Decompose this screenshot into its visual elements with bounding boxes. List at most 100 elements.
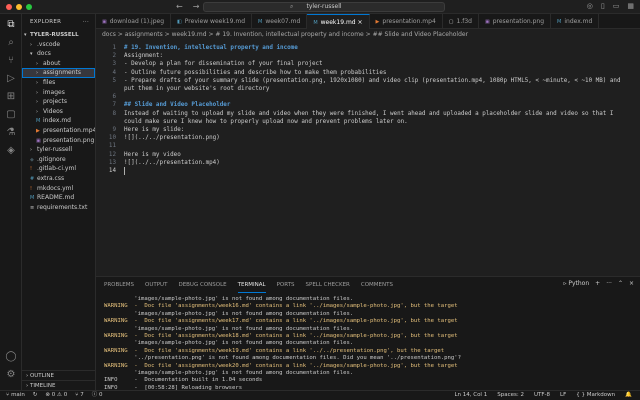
customize-layout-icon[interactable]: ▦ (627, 2, 634, 10)
tree-item[interactable]: › tyler-russell (22, 145, 95, 155)
notifications-bell-icon[interactable]: 🔔 (625, 391, 632, 400)
code-line[interactable]: 5 - Prepare drafts of your summary slide … (96, 77, 640, 85)
settings-gear-icon[interactable]: ⚙ (4, 368, 18, 382)
breadcrumb[interactable]: docs > assignments > week19.md > # 19. I… (96, 29, 640, 40)
add-terminal-icon[interactable]: + (595, 280, 600, 287)
code-line[interactable]: 9 Here is my slide: (96, 126, 640, 134)
search-view-icon[interactable]: ⌕ (4, 36, 18, 50)
editor-tab[interactable]: Mindex.md (551, 14, 600, 29)
more-actions-icon[interactable]: ··· (83, 14, 89, 30)
tree-item[interactable]: › images (22, 88, 95, 98)
tree-item[interactable]: Mindex.md (22, 116, 95, 126)
zoom-window-button[interactable] (26, 3, 32, 10)
sync-icon[interactable]: ↻ (33, 391, 38, 400)
minimize-window-button[interactable] (16, 3, 22, 10)
cursor-position[interactable]: Ln 14, Col 1 (454, 391, 487, 400)
editor-tab[interactable]: ▣ presentation.png (479, 14, 552, 29)
timeline-section[interactable]: › TIMELINE (22, 380, 96, 390)
account-icon[interactable]: ◯ (4, 350, 18, 364)
close-panel-icon[interactable]: × (629, 280, 634, 287)
yaml-icon: ! (30, 185, 33, 192)
code-line[interactable]: 3 - Develop a plan for dissemination of y… (96, 60, 640, 68)
maximize-panel-icon[interactable]: ⌃ (618, 280, 623, 287)
toggle-panel-icon[interactable]: ▭ (613, 2, 620, 10)
tree-item[interactable]: › Videos (22, 107, 95, 117)
testing-icon[interactable]: ⚗ (4, 126, 18, 140)
code-line[interactable]: 13 ![](../../presentation.mp4) (96, 159, 640, 167)
panel-tab[interactable]: DEBUG CONSOLE (178, 277, 226, 293)
editor-tab[interactable]: ◧ Preview week19.md (171, 14, 253, 29)
code-line[interactable]: could make sure I knew how to properly u… (96, 118, 640, 126)
code-line[interactable]: 1 # 19. Invention, intellectual property … (96, 44, 640, 52)
code-line[interactable]: 11 (96, 142, 640, 150)
forward-arrow-icon[interactable]: → (193, 2, 200, 11)
panel-tab[interactable]: COMMENTS (361, 277, 393, 293)
extensions-icon[interactable]: ⊞ (4, 90, 18, 104)
indentation[interactable]: Spaces: 2 (497, 391, 524, 400)
code-line[interactable]: 2 Assignment: (96, 52, 640, 60)
panel-tab[interactable]: PROBLEMS (104, 277, 134, 293)
branch-status[interactable]: ⑂ main (6, 391, 25, 400)
explorer-sidebar: EXPLORER ··· ▾ TYLER-RUSSELL › .vscode ▾ doc… (22, 14, 96, 390)
tree-item-label: .vscode (37, 40, 61, 48)
tree-item[interactable]: › assignments (22, 68, 95, 78)
editor-tab[interactable]: ▢ 1.f3d (443, 14, 479, 29)
tree-item[interactable]: ◆ .gitignore (22, 155, 95, 165)
code-line[interactable]: 12 Here is my video (96, 151, 640, 159)
code-line[interactable]: put them in your website's root director… (96, 85, 640, 93)
code-line[interactable]: 8 Instead of waiting to upload my slide a… (96, 110, 640, 118)
language-mode[interactable]: { } Markdown (576, 391, 615, 400)
tree-item[interactable]: ! mkdocs.yml (22, 184, 95, 194)
tree-item[interactable]: › files (22, 78, 95, 88)
ports-status[interactable]: ⑂ 7 (75, 391, 84, 400)
toggle-sidebar-icon[interactable]: ▯ (601, 2, 605, 10)
editor-tab[interactable]: ▣ download (1).jpeg (96, 14, 172, 29)
info-status[interactable]: ⓘ 0 (92, 391, 103, 400)
copilot-icon[interactable]: ◎ (587, 2, 593, 10)
panel-tab[interactable]: PORTS (277, 277, 295, 293)
back-arrow-icon[interactable]: ← (176, 2, 183, 11)
tree-item[interactable]: › .vscode (22, 40, 95, 50)
terminal-output[interactable]: 'images/sample-photo.jpg' is not found a… (96, 293, 640, 399)
code-editor[interactable]: 1 # 19. Invention, intellectual property … (96, 40, 640, 276)
tree-item[interactable]: › about (22, 59, 95, 69)
editor-tab[interactable]: Mweek07.md (252, 14, 308, 29)
close-window-button[interactable] (6, 3, 12, 10)
code-text: Here is my slide: (124, 127, 185, 133)
encoding[interactable]: UTF-8 (534, 391, 550, 400)
workspace-root[interactable]: ▾ TYLER-RUSSELL (22, 30, 95, 40)
explorer-icon[interactable]: ⧉ (4, 18, 18, 32)
panel-tab[interactable]: SPELL CHECKER (306, 277, 350, 293)
tree-item[interactable]: # extra.css (22, 174, 95, 184)
tree-item[interactable]: ▣ presentation.png (22, 136, 95, 146)
close-tab-icon[interactable]: × (356, 19, 363, 26)
panel-tab[interactable]: TERMINAL (237, 277, 266, 293)
end-of-line[interactable]: LF (560, 391, 566, 400)
problems-status[interactable]: ⊗ 0 ⚠ 0 (45, 391, 67, 400)
code-text: - Outline future possibilities and descr… (124, 69, 387, 76)
source-control-icon[interactable]: ⑂ (4, 54, 18, 68)
tree-item[interactable]: ≡ requirements.txt (22, 203, 95, 213)
code-line[interactable]: 6 (96, 93, 640, 101)
terminal-shell-icon[interactable]: ▹ Python (563, 280, 589, 287)
python-icon[interactable]: ◈ (4, 144, 18, 158)
editor-tab[interactable]: ▶ presentation.mp4 (370, 14, 443, 29)
tree-item[interactable]: › projects (22, 97, 95, 107)
code-line[interactable]: 14 (96, 167, 640, 175)
tree-item[interactable]: ! .gitlab-ci.yml (22, 164, 95, 174)
tree-item-label: .gitignore (37, 155, 66, 163)
remote-explorer-icon[interactable]: ▢ (4, 108, 18, 122)
tree-item[interactable]: ▾ docs (22, 49, 95, 59)
panel-tab[interactable]: OUTPUT (145, 277, 167, 293)
tree-item[interactable]: M README.md (22, 193, 95, 203)
code-line[interactable]: 4 - Outline future possibilities and desc… (96, 69, 640, 77)
outline-section[interactable]: › OUTLINE (22, 370, 96, 380)
tree-item[interactable]: ▶ presentation.mp4 (22, 126, 95, 136)
code-line[interactable]: 10 ![](../../presentation.png) (96, 134, 640, 142)
editor-tab[interactable]: Mweek19.md × (307, 14, 370, 29)
branch-icon: ⑂ (6, 392, 10, 398)
more-actions-icon[interactable]: ··· (606, 280, 612, 287)
code-line[interactable]: 7 ## Slide and Video Placeholder (96, 101, 640, 109)
run-debug-icon[interactable]: ▷ (4, 72, 18, 86)
command-center-search[interactable]: ⌕ tyler-russell (203, 2, 445, 12)
